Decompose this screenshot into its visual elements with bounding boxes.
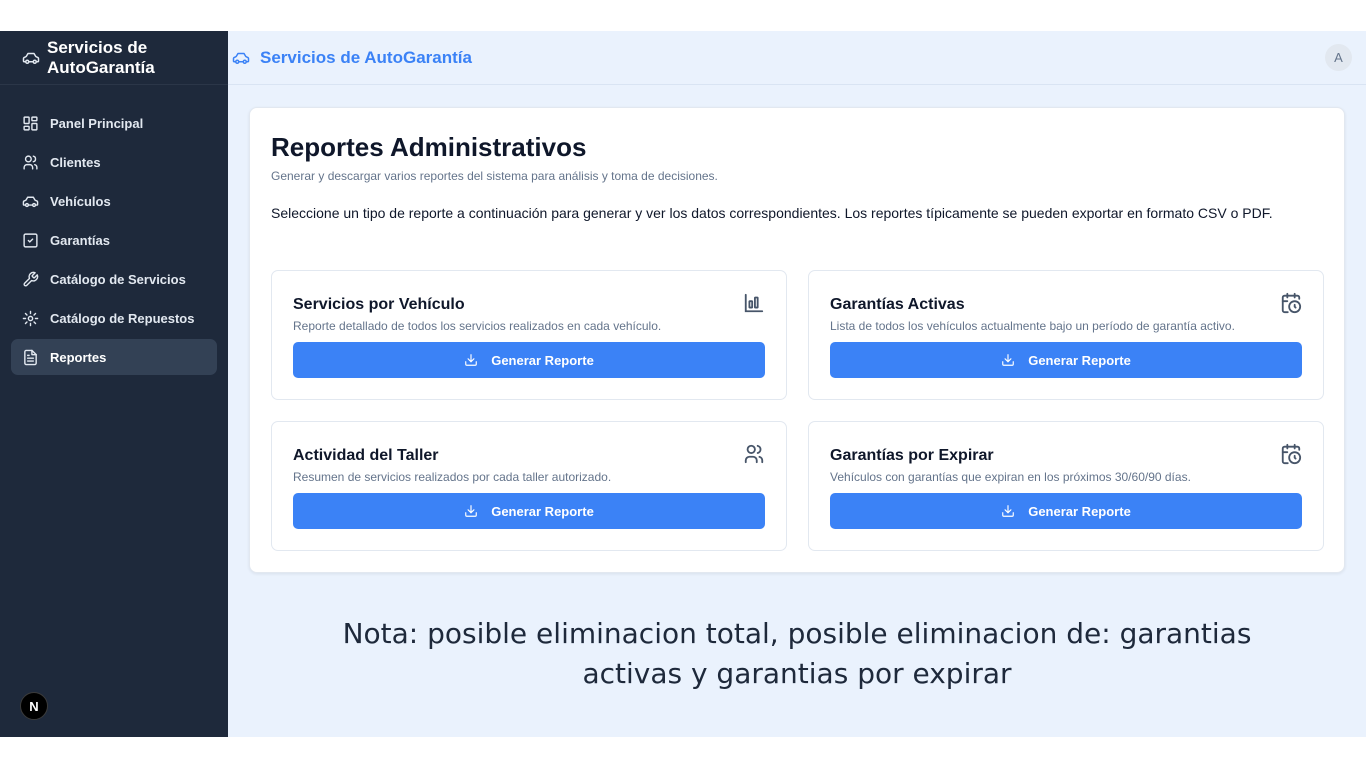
button-label: Generar Reporte xyxy=(491,352,594,368)
users-icon xyxy=(743,443,765,465)
note-line-2: activas y garantias por expirar xyxy=(582,657,1012,690)
page-subtitle: Generar y descargar varios reportes del … xyxy=(271,169,718,183)
sidebar-nav: Panel Principal Clientes Vehículos Garan… xyxy=(0,85,228,375)
sidebar-item-garantias[interactable]: Garantías xyxy=(11,222,217,258)
report-card-servicios-vehiculo: Servicios por Vehículo Reporte detallado… xyxy=(271,270,787,400)
bar-chart-icon xyxy=(743,292,765,314)
report-title: Servicios por Vehículo xyxy=(293,296,465,313)
download-icon xyxy=(464,504,478,518)
document-icon xyxy=(22,349,39,366)
page-title: Reportes Administrativos xyxy=(271,132,587,162)
sidebar-item-label: Panel Principal xyxy=(50,115,144,131)
button-label: Generar Reporte xyxy=(491,503,594,519)
download-icon xyxy=(1001,353,1015,367)
annotation-note: Nota: posible eliminacion total, posible… xyxy=(228,614,1366,694)
report-description: Lista de todos los vehículos actualmente… xyxy=(830,319,1235,333)
calendar-clock-icon xyxy=(1280,292,1302,314)
app-frame: Servicios de AutoGarantía Panel Principa… xyxy=(0,31,1366,737)
generate-report-button[interactable]: Generar Reporte xyxy=(830,493,1302,529)
dashboard-icon xyxy=(22,115,39,132)
report-description: Resumen de servicios realizados por cada… xyxy=(293,470,612,484)
calendar-clock-icon xyxy=(1280,443,1302,465)
users-icon xyxy=(22,154,39,171)
page-description: Seleccione un tipo de reporte a continua… xyxy=(271,205,1273,221)
header-title[interactable]: Servicios de AutoGarantía xyxy=(260,48,472,68)
report-card-garantias-expirar: Garantías por Expirar Vehículos con gara… xyxy=(808,421,1324,551)
sidebar-item-catalogo-servicios[interactable]: Catálogo de Servicios xyxy=(11,261,217,297)
report-description: Reporte detallado de todos los servicios… xyxy=(293,319,662,333)
brand-title: Servicios de AutoGarantía xyxy=(47,37,155,77)
sidebar-item-label: Catálogo de Servicios xyxy=(50,271,186,287)
report-card-actividad-taller: Actividad del Taller Resumen de servicio… xyxy=(271,421,787,551)
avatar[interactable]: A xyxy=(1325,44,1352,71)
sidebar-item-catalogo-repuestos[interactable]: Catálogo de Repuestos xyxy=(11,300,217,336)
main-content: Servicios de AutoGarantía A Reportes Adm… xyxy=(228,31,1366,737)
report-title: Actividad del Taller xyxy=(293,447,439,464)
reports-card: Reportes Administrativos Generar y desca… xyxy=(249,107,1345,573)
top-header: Servicios de AutoGarantía A xyxy=(228,31,1366,85)
download-icon xyxy=(1001,504,1015,518)
sidebar-item-label: Catálogo de Repuestos xyxy=(50,310,195,326)
report-description: Vehículos con garantías que expiran en l… xyxy=(830,470,1191,484)
sidebar-item-label: Reportes xyxy=(50,349,107,365)
download-icon xyxy=(464,353,478,367)
sidebar-item-label: Garantías xyxy=(50,232,110,248)
generate-report-button[interactable]: Generar Reporte xyxy=(293,342,765,378)
sidebar-item-reportes[interactable]: Reportes xyxy=(11,339,217,375)
sidebar-item-panel-principal[interactable]: Panel Principal xyxy=(11,105,217,141)
sidebar-item-label: Vehículos xyxy=(50,193,111,209)
car-icon xyxy=(22,49,40,67)
car-icon xyxy=(229,49,253,67)
sidebar-item-label: Clientes xyxy=(50,154,101,170)
brand[interactable]: Servicios de AutoGarantía xyxy=(0,31,228,85)
note-line-1: Nota: posible eliminacion total, posible… xyxy=(342,617,1252,650)
sidebar-item-vehiculos[interactable]: Vehículos xyxy=(11,183,217,219)
generate-report-button[interactable]: Generar Reporte xyxy=(830,342,1302,378)
wrench-icon xyxy=(22,271,39,288)
report-card-garantias-activas: Garantías Activas Lista de todos los veh… xyxy=(808,270,1324,400)
report-title: Garantías por Expirar xyxy=(830,447,994,464)
generate-report-button[interactable]: Generar Reporte xyxy=(293,493,765,529)
sidebar: Servicios de AutoGarantía Panel Principa… xyxy=(0,31,228,737)
button-label: Generar Reporte xyxy=(1028,503,1131,519)
sidebar-item-clientes[interactable]: Clientes xyxy=(11,144,217,180)
gear-icon xyxy=(22,310,39,327)
button-label: Generar Reporte xyxy=(1028,352,1131,368)
car-icon xyxy=(22,193,39,210)
report-title: Garantías Activas xyxy=(830,296,965,313)
checkbox-icon xyxy=(22,232,39,249)
framework-badge[interactable]: N xyxy=(20,692,48,720)
